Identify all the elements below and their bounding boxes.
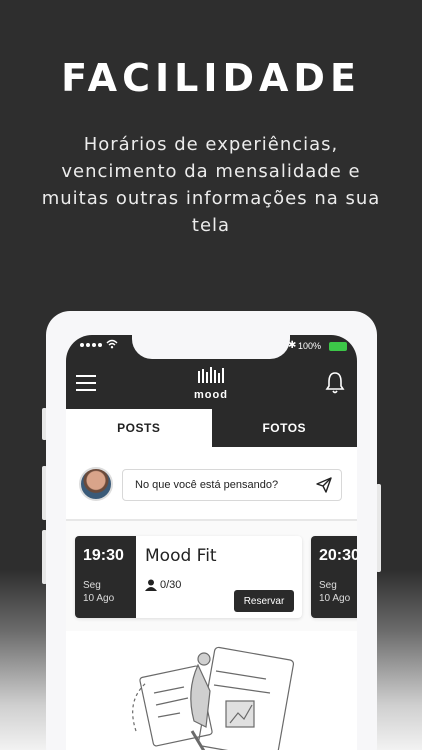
reserve-button[interactable]: Reservar	[234, 590, 294, 612]
class-name: Mood Fit	[145, 546, 217, 566]
post-composer: No que você está pensando?	[66, 447, 357, 521]
wifi-icon	[106, 339, 118, 349]
person-icon	[145, 579, 157, 591]
class-time-panel: 19:30 Seg 10 Ago	[75, 536, 136, 618]
logo-text: mood	[194, 389, 228, 401]
app-bar: mood	[66, 361, 357, 409]
class-carousel: 19:30 Seg 10 Ago Mood Fit 0/30 Reservar …	[66, 536, 357, 622]
tab-posts[interactable]: POSTS	[66, 409, 212, 447]
class-card[interactable]: 19:30 Seg 10 Ago Mood Fit 0/30 Reservar	[75, 536, 302, 618]
post-input[interactable]: No que você está pensando?	[122, 469, 342, 501]
post-illustration	[66, 631, 357, 750]
illustration-image	[132, 646, 295, 750]
phone-frame: ✱ 100% mood POSTS FOTOS No que você está…	[46, 311, 377, 750]
class-capacity: 0/30	[145, 579, 181, 591]
tab-fotos[interactable]: FOTOS	[211, 409, 357, 447]
phone-notch	[132, 335, 290, 359]
app-logo: mood	[194, 367, 228, 401]
class-time: 19:30	[83, 547, 124, 564]
battery-icon	[329, 342, 347, 351]
promo-headline: FACILIDADE	[61, 56, 361, 100]
class-day: Seg	[319, 580, 337, 591]
post-input-placeholder: No que você está pensando?	[135, 479, 279, 491]
promo-subtitle: Horários de experiências, vencimento da …	[41, 134, 381, 236]
class-card[interactable]: 20:30 Seg 10 Ago	[311, 536, 357, 618]
class-date: 10 Ago	[319, 593, 351, 604]
class-time: 20:30	[319, 547, 357, 564]
class-capacity-value: 0/30	[160, 579, 182, 591]
bell-icon[interactable]	[325, 371, 345, 395]
logo-bars-icon	[198, 367, 224, 383]
hamburger-icon[interactable]	[76, 375, 96, 391]
tab-bar: POSTS FOTOS	[66, 409, 357, 447]
class-time-panel: 20:30 Seg 10 Ago	[311, 536, 357, 618]
send-icon[interactable]	[315, 476, 333, 494]
class-day: Seg	[83, 580, 101, 591]
phone-screen: ✱ 100% mood POSTS FOTOS No que você está…	[66, 335, 357, 750]
avatar	[79, 467, 113, 501]
class-date: 10 Ago	[83, 593, 115, 604]
battery-percentage: 100%	[298, 341, 322, 351]
signal-icon	[80, 343, 102, 347]
